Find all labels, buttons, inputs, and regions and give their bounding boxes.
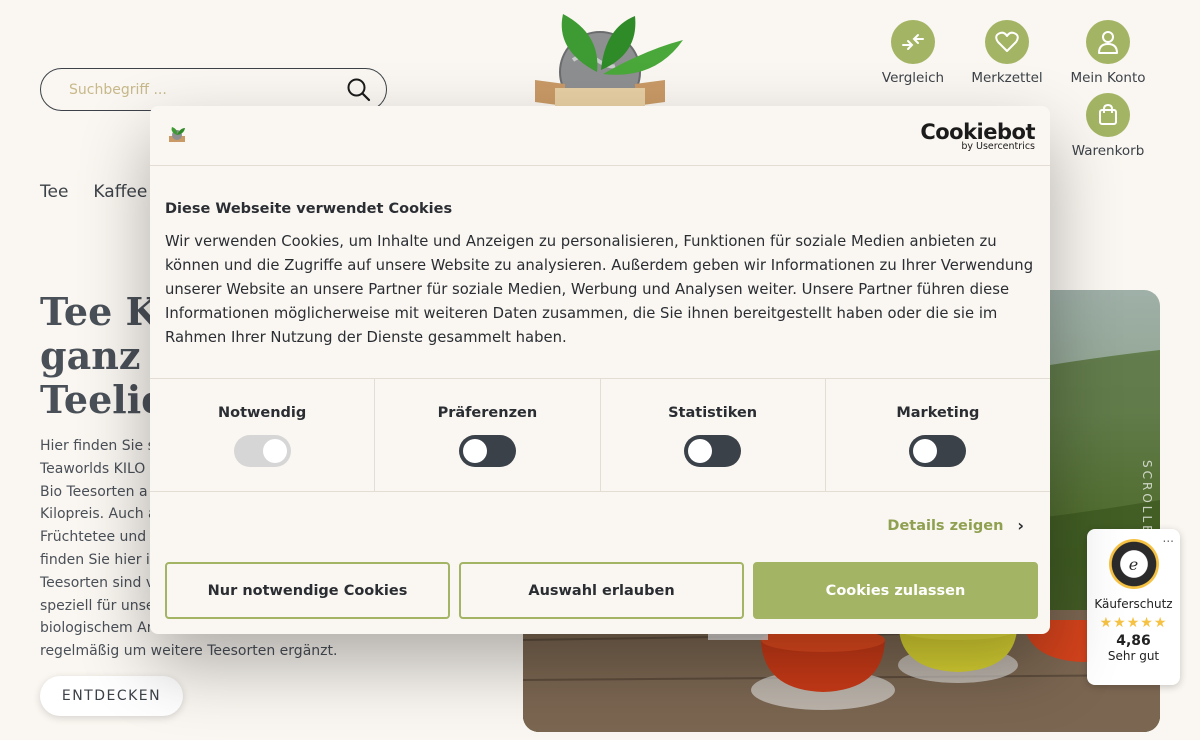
star-rating-icon: ★★★★★ bbox=[1099, 615, 1168, 631]
trusted-shops-seal-icon: e bbox=[1108, 539, 1159, 589]
toggle-knob bbox=[462, 439, 487, 463]
toggle-knob bbox=[262, 439, 287, 463]
cookiebot-logo: Cookiebot by Usercentrics bbox=[920, 120, 1035, 152]
cart-button[interactable]: Warenkorb bbox=[1063, 93, 1153, 159]
category-label: Marketing bbox=[896, 405, 980, 421]
category-label: Statistiken bbox=[668, 405, 758, 421]
search-box[interactable] bbox=[40, 68, 387, 111]
seal-letter: e bbox=[1128, 554, 1139, 574]
rating-text: Sehr gut bbox=[1107, 649, 1160, 663]
nav-item-tee[interactable]: Tee bbox=[40, 182, 68, 202]
category-label: Präferenzen bbox=[437, 405, 538, 421]
toggle-necessary bbox=[233, 435, 291, 467]
shopping-bag-icon bbox=[1086, 93, 1130, 137]
toggle-statistics[interactable] bbox=[684, 435, 742, 467]
category-label: Notwendig bbox=[217, 405, 307, 421]
search-icon[interactable] bbox=[346, 77, 372, 103]
wishlist-button[interactable]: Merkzettel bbox=[962, 20, 1052, 86]
cookie-actions: Nur notwendige Cookies Auswahl erlauben … bbox=[165, 562, 1038, 619]
cookie-dialog-header: Cookiebot by Usercentrics bbox=[150, 106, 1050, 166]
allow-all-button[interactable]: Cookies zulassen bbox=[753, 562, 1038, 619]
toggle-knob bbox=[688, 439, 713, 463]
buyer-protection-label: Käuferschutz bbox=[1094, 597, 1173, 611]
user-icon bbox=[1086, 20, 1130, 64]
search-input[interactable] bbox=[69, 81, 346, 98]
discover-button[interactable]: ENTDECKEN bbox=[40, 676, 183, 716]
show-details-link[interactable]: Details zeigen › bbox=[887, 516, 1024, 535]
site-logo[interactable] bbox=[505, 10, 695, 113]
rating-score: 4,86 bbox=[1116, 633, 1151, 649]
cookie-categories: Notwendig Präferenzen Statistiken Market… bbox=[150, 378, 1050, 492]
chevron-right-icon: › bbox=[1017, 516, 1024, 535]
category-necessary: Notwendig bbox=[150, 379, 376, 491]
site-logo-small-icon bbox=[166, 126, 188, 144]
toggle-marketing[interactable] bbox=[909, 435, 967, 467]
account-button[interactable]: Mein Konto bbox=[1063, 20, 1153, 86]
category-statistics: Statistiken bbox=[601, 379, 826, 491]
account-label: Mein Konto bbox=[1070, 70, 1146, 86]
toggle-preferences[interactable] bbox=[458, 435, 516, 467]
cookie-description: Wir verwenden Cookies, um Inhalte und An… bbox=[165, 233, 1034, 346]
toggle-knob bbox=[913, 439, 938, 463]
compare-label: Vergleich bbox=[881, 70, 945, 86]
category-marketing: Marketing bbox=[826, 379, 1050, 491]
trusted-shops-badge[interactable]: ... e Käuferschutz ★★★★★ 4,86 Sehr gut bbox=[1087, 529, 1180, 685]
necessary-only-button[interactable]: Nur notwendige Cookies bbox=[165, 562, 450, 619]
more-icon[interactable]: ... bbox=[1163, 531, 1174, 545]
main-nav: Tee Kaffee bbox=[40, 182, 147, 202]
cart-label: Warenkorb bbox=[1071, 143, 1145, 159]
wishlist-label: Merkzettel bbox=[971, 70, 1043, 86]
allow-selection-button[interactable]: Auswahl erlauben bbox=[459, 562, 744, 619]
nav-item-kaffee[interactable]: Kaffee bbox=[93, 182, 147, 202]
category-preferences: Präferenzen bbox=[375, 379, 601, 491]
cookie-consent-dialog: Cookiebot by Usercentrics Diese Webseite… bbox=[150, 106, 1050, 634]
hero-text-line: regelmäßig um weitere Teesorten ergänzt. bbox=[40, 643, 338, 660]
cookie-title: Diese Webseite verwendet Cookies bbox=[165, 201, 453, 217]
compare-icon bbox=[891, 20, 935, 64]
compare-button[interactable]: Vergleich bbox=[868, 20, 958, 86]
heart-icon bbox=[985, 20, 1029, 64]
show-details-label: Details zeigen bbox=[887, 517, 1004, 534]
